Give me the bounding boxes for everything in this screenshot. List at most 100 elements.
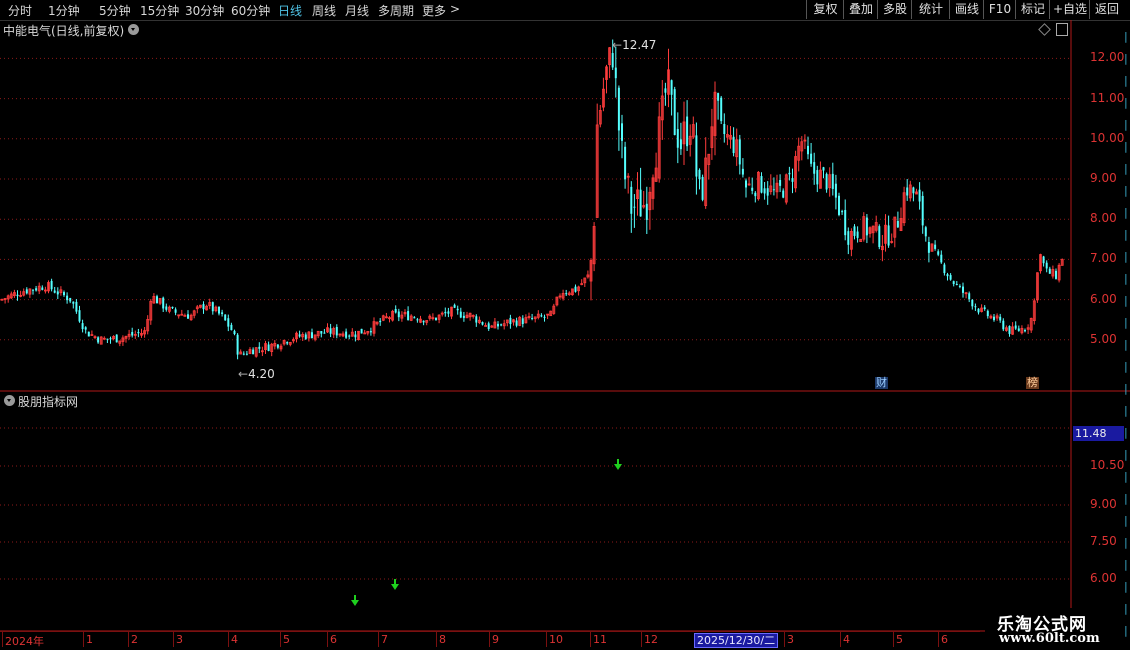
candle-body bbox=[171, 306, 174, 309]
candle-body bbox=[1055, 270, 1057, 279]
candle-body bbox=[698, 169, 701, 180]
candle-body bbox=[565, 293, 568, 295]
finance-flag[interactable]: 财 bbox=[875, 377, 888, 389]
candle-body bbox=[927, 241, 930, 253]
candle-body bbox=[760, 176, 763, 193]
edge-marker: | bbox=[1124, 470, 1128, 483]
edge-marker: | bbox=[1124, 228, 1128, 241]
candle-body bbox=[221, 312, 224, 315]
edge-marker: | bbox=[1124, 536, 1128, 549]
candle-body bbox=[986, 310, 989, 317]
edge-marker: | bbox=[1124, 162, 1128, 175]
edge-marker: | bbox=[1124, 118, 1128, 131]
month-label-3: 3 bbox=[176, 633, 183, 646]
candle-body bbox=[1042, 256, 1045, 264]
candle-body bbox=[834, 183, 837, 198]
indicator-cursor-value: 11.48 bbox=[1073, 426, 1124, 441]
candle-body bbox=[444, 311, 447, 314]
month-label-7: 7 bbox=[381, 633, 388, 646]
candle-body bbox=[416, 319, 419, 321]
candle-body bbox=[75, 301, 78, 312]
candle-body bbox=[614, 67, 617, 79]
signal-arrow-icon bbox=[614, 464, 622, 470]
candle-body bbox=[435, 317, 437, 321]
candle-body bbox=[940, 254, 943, 263]
month-tick bbox=[590, 632, 591, 647]
month-tick bbox=[546, 632, 547, 647]
candle-body bbox=[673, 89, 676, 136]
edge-marker: | bbox=[1124, 624, 1128, 637]
candle-body bbox=[66, 295, 69, 301]
candle-body bbox=[69, 297, 72, 302]
candle-body bbox=[345, 331, 348, 338]
month-tick bbox=[173, 632, 174, 647]
candle-body bbox=[509, 317, 512, 325]
candle-body bbox=[25, 289, 28, 294]
candle-body bbox=[856, 231, 859, 238]
indicator-label-2: 7.50 bbox=[1090, 534, 1117, 548]
month-label-11: 11 bbox=[593, 633, 607, 646]
month-tick bbox=[2, 632, 3, 647]
time-axis: 2025/12/30/二 2024年 1 2 3 4 5 6 7 8 9 10 11 12 3 4 5 6 bbox=[0, 631, 980, 648]
candle-body bbox=[949, 275, 952, 280]
candle-body bbox=[531, 317, 534, 319]
month-label-2: 2 bbox=[131, 633, 138, 646]
candle-body bbox=[224, 314, 227, 321]
candle-body bbox=[896, 221, 899, 228]
candle-body bbox=[738, 139, 741, 165]
candle-body bbox=[847, 231, 850, 245]
watermark-url: www.60lt.com bbox=[999, 631, 1100, 646]
month-label-16: 6 bbox=[941, 633, 948, 646]
candle-body bbox=[78, 310, 81, 322]
month-tick bbox=[378, 632, 379, 647]
month-tick bbox=[641, 632, 642, 647]
candle-body bbox=[825, 173, 828, 190]
candle-body bbox=[320, 331, 323, 334]
month-label-0: 2024年 bbox=[5, 635, 44, 648]
candle-body bbox=[924, 227, 927, 237]
edge-marker: | bbox=[1124, 74, 1128, 87]
candle-body bbox=[227, 318, 230, 327]
candle-body bbox=[304, 334, 307, 339]
signal-arrow-icon bbox=[351, 600, 359, 606]
candle-body bbox=[574, 286, 577, 292]
candle-body bbox=[16, 294, 19, 297]
month-tick bbox=[327, 632, 328, 647]
candle-body bbox=[50, 280, 53, 290]
candle-body bbox=[1024, 330, 1026, 332]
candle-body bbox=[971, 299, 974, 307]
list-flag[interactable]: 榜 bbox=[1026, 377, 1039, 389]
candle-body bbox=[81, 323, 84, 330]
signal-arrow-icon bbox=[391, 584, 399, 590]
candle-body bbox=[447, 311, 450, 314]
candle-body bbox=[413, 317, 416, 319]
month-tick bbox=[893, 632, 894, 647]
month-tick bbox=[938, 632, 939, 647]
candle-body bbox=[779, 179, 782, 186]
candle-body bbox=[878, 226, 881, 248]
candle-body bbox=[838, 195, 840, 215]
title-menu-icon[interactable] bbox=[128, 24, 139, 35]
month-tick bbox=[228, 632, 229, 647]
indicator-label-0: 10.50 bbox=[1090, 458, 1125, 472]
candle-body bbox=[109, 338, 112, 340]
candle-body bbox=[822, 167, 825, 171]
candle-body bbox=[394, 309, 397, 313]
panel-toggle-icon[interactable] bbox=[1056, 23, 1068, 36]
edge-marker: | bbox=[1124, 382, 1128, 395]
candle-body bbox=[617, 87, 620, 131]
candle-body bbox=[968, 293, 971, 300]
indicator-menu-icon[interactable] bbox=[4, 395, 15, 406]
month-tick bbox=[280, 632, 281, 647]
candle-body bbox=[156, 296, 158, 304]
candle-body bbox=[1002, 320, 1005, 330]
edge-marker: | bbox=[1124, 184, 1128, 197]
edge-marker: | bbox=[1124, 206, 1128, 219]
candle-body bbox=[131, 332, 134, 336]
candle-body bbox=[329, 328, 332, 334]
candle-body bbox=[311, 332, 313, 339]
candle-body bbox=[813, 162, 816, 174]
candle-body bbox=[115, 334, 118, 343]
candle-body bbox=[983, 307, 986, 310]
chart-canvas bbox=[0, 20, 1130, 632]
